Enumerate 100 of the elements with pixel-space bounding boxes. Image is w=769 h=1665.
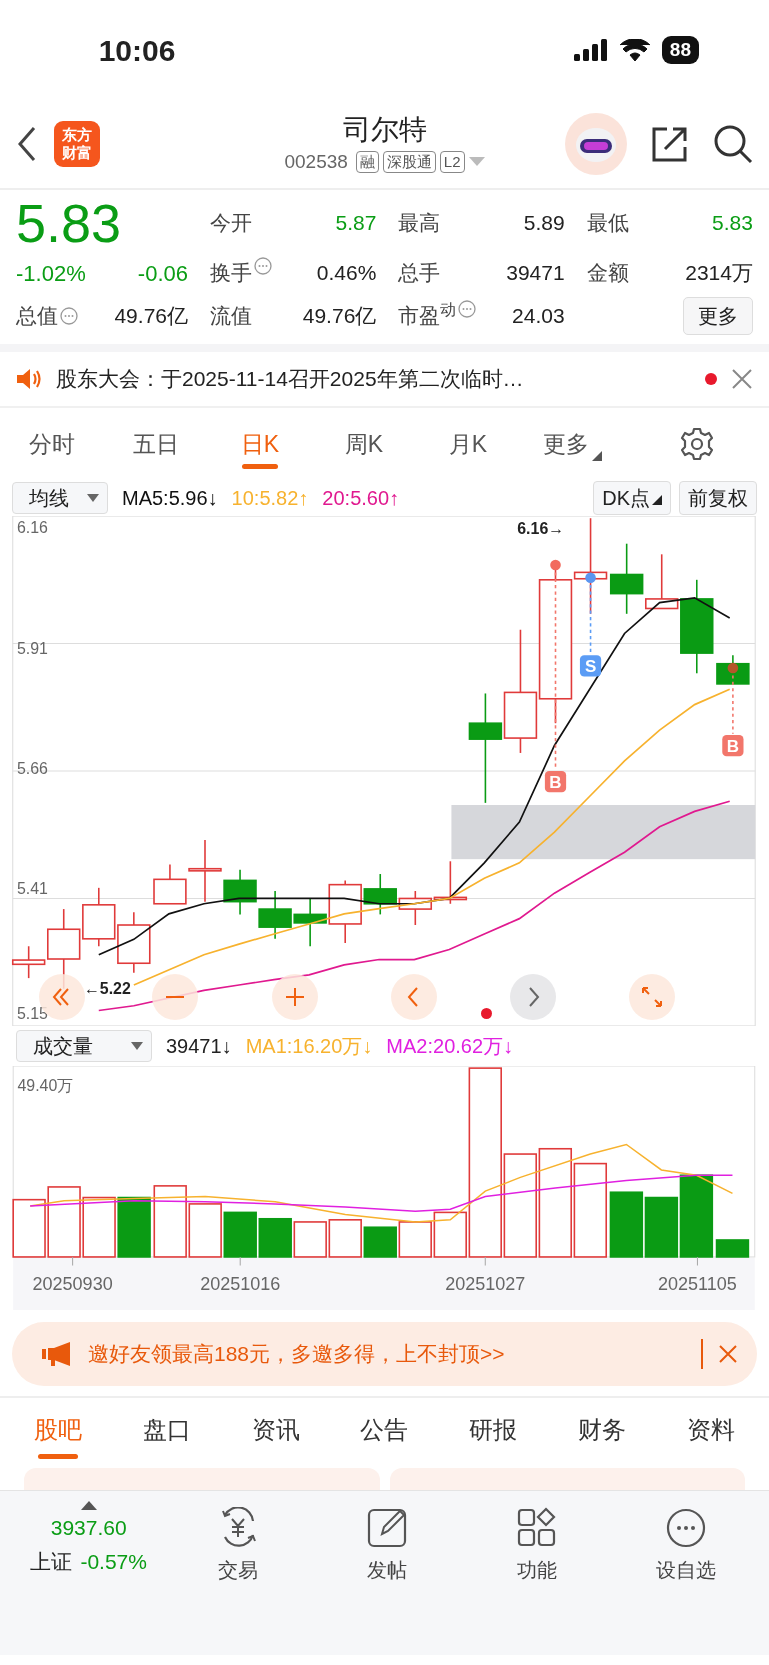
candlestick (398, 890, 433, 926)
date-label: 20251016 (200, 1273, 281, 1294)
chart-tab[interactable]: 更多 (520, 419, 624, 469)
close-icon[interactable] (731, 368, 753, 390)
stat-value: 49.76亿 (302, 303, 377, 330)
stat-value: 39471 (506, 260, 565, 287)
chart-option-button[interactable]: DK点 (593, 481, 671, 515)
chart-tab[interactable]: 五日 (104, 419, 208, 469)
date-label: 20251027 (445, 1273, 526, 1294)
ma-legend: 10:5.82↑ (231, 483, 309, 513)
change-amount: -0.06 (137, 259, 188, 288)
section-tab[interactable]: 公告 (330, 1401, 439, 1459)
current-price: 5.83 (16, 196, 123, 250)
ma-legend: 20:5.60↑ (322, 483, 400, 513)
notice-text[interactable]: 股东大会：于2025-11-14召开2025年第二次临时… (56, 363, 691, 395)
stat-value: 5.89 (523, 210, 565, 237)
volume-legend: 39471↓ (166, 1031, 232, 1061)
info-icon[interactable] (60, 307, 78, 325)
stock-code: 002538 (284, 149, 348, 174)
expand-button[interactable] (629, 974, 675, 1020)
nav-item[interactable]: 设自选 (611, 1501, 761, 1591)
caret-icon (80, 1501, 97, 1510)
nav-item[interactable]: 功能 (462, 1501, 612, 1591)
settings-icon[interactable] (679, 427, 714, 461)
low-price-label: ←5.22 (83, 980, 131, 998)
volume-bar (609, 1191, 644, 1258)
candlestick (433, 860, 468, 905)
chart-option-button[interactable]: 前复权 (679, 481, 757, 515)
chevron-right-button[interactable] (510, 974, 556, 1020)
signal-dot (585, 572, 596, 583)
stat-label: 市盈$^{动}$ (398, 300, 457, 330)
axis-label: 5.66 (17, 759, 48, 777)
market-tag: 深股通 (382, 151, 436, 173)
signal-dot (727, 662, 739, 674)
market-tag: 融 (355, 151, 379, 173)
volume-bar (644, 1196, 679, 1258)
section-tab[interactable]: 研报 (438, 1401, 548, 1459)
chart-tab[interactable]: 周K (312, 419, 416, 469)
stat-label: 今开 (210, 210, 252, 237)
index-value: 3937.60 (50, 1515, 127, 1541)
more-button[interactable]: 更多 (683, 297, 753, 335)
buy-marker: B (544, 771, 567, 793)
section-tab[interactable]: 资讯 (221, 1401, 331, 1459)
chart-tab[interactable]: 月K (416, 419, 520, 469)
search-icon[interactable] (713, 124, 753, 164)
chevron-left-button[interactable] (391, 974, 437, 1020)
section-tab[interactable]: 财务 (547, 1401, 657, 1459)
share-icon[interactable] (651, 125, 689, 163)
assistant-avatar-icon[interactable] (565, 113, 627, 175)
axis-label: 49.40万 (17, 1077, 74, 1095)
info-icon[interactable] (458, 300, 477, 319)
nav-item[interactable]: 交易 (163, 1501, 313, 1591)
volume-legend: MA2:20.62万↓ (386, 1031, 514, 1061)
buy-marker: B (722, 734, 744, 757)
stat-label: 总值 (16, 303, 58, 330)
clock-time: 10:06 (97, 32, 177, 69)
date-label: 20251105 (658, 1273, 737, 1294)
stat-value: 5.87 (335, 210, 377, 237)
caret-icon[interactable] (468, 157, 485, 167)
stock-name: 司尔特 (341, 112, 428, 147)
nav-item[interactable]: 发帖 (312, 1501, 463, 1591)
volume-bar (363, 1226, 397, 1258)
stat-value: 0.46% (316, 260, 377, 287)
caret-icon (652, 494, 662, 505)
stat-label: 最高 (398, 210, 441, 237)
signal-dot (550, 559, 561, 571)
stat-value: 49.76亿 (114, 303, 188, 330)
close-icon[interactable] (719, 1345, 737, 1363)
leader-line (589, 584, 592, 655)
candlestick (258, 890, 292, 940)
signal-icon (573, 39, 608, 61)
axis-label: 5.15 (17, 1005, 48, 1023)
date-label: 20250930 (32, 1273, 113, 1294)
section-tab[interactable]: 资料 (656, 1401, 765, 1459)
zoom-out-button[interactable] (152, 974, 198, 1020)
high-price-label: 6.16→ (517, 520, 565, 538)
volume-legend: MA1:16.20万↓ (245, 1031, 373, 1061)
megaphone-icon (42, 1341, 72, 1367)
candlestick (82, 887, 116, 948)
zoom-out-icon (165, 995, 185, 999)
index-change: -0.57% (80, 1548, 147, 1575)
chart-tab[interactable]: 分时 (0, 419, 104, 469)
stat-value: 5.83 (712, 210, 753, 237)
candlestick (117, 911, 151, 974)
back-icon[interactable] (16, 126, 38, 162)
caret-icon (87, 494, 99, 502)
edit-icon (366, 1507, 409, 1549)
ma-legend: MA5:5.96↓ (122, 483, 218, 513)
zoom-in-button[interactable] (272, 974, 318, 1020)
leader-line (732, 674, 734, 735)
candlestick (223, 869, 257, 916)
expand-icon (639, 984, 665, 1010)
wifi-icon (619, 39, 650, 61)
indicator-dropdown[interactable]: 成交量 (16, 1030, 152, 1062)
stat-value: 24.03 (512, 303, 565, 330)
info-icon[interactable] (254, 257, 272, 276)
volume-bar (258, 1217, 292, 1258)
section-tab[interactable]: 盘口 (112, 1401, 222, 1459)
indicator-dropdown[interactable]: 均线 (12, 482, 108, 514)
more-icon (665, 1507, 708, 1549)
